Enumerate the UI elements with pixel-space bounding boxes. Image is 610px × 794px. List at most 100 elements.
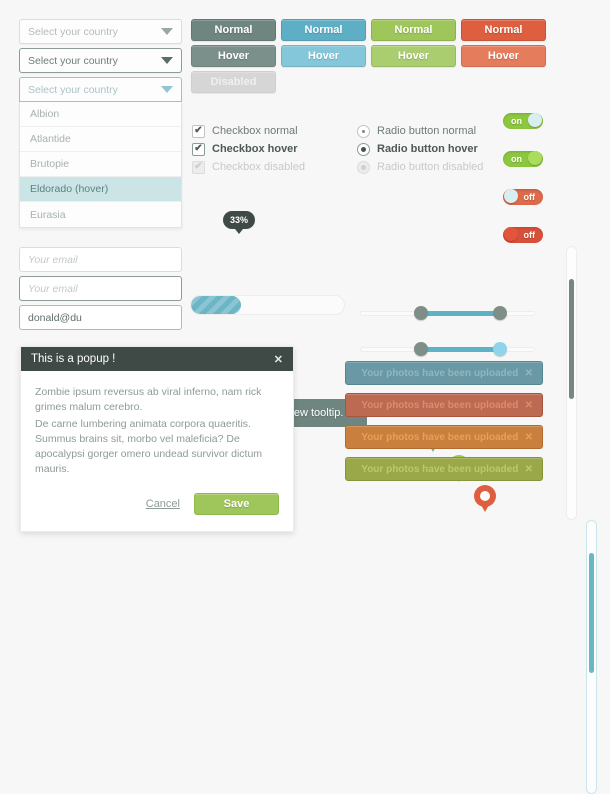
ui-kit-canvas: Select your country Select your country … [0, 0, 610, 794]
toggle-knob[interactable] [504, 189, 518, 203]
progress-bar[interactable] [190, 295, 345, 315]
dropdown-option[interactable]: Brutopie [20, 152, 181, 177]
select-country-normal[interactable]: Select your country [19, 19, 182, 44]
checkbox-label: Checkbox hover [212, 143, 298, 155]
checkbox-normal-row[interactable]: ✔ Checkbox normal [192, 122, 298, 140]
radio-normal-row[interactable]: Radio button normal [357, 122, 476, 140]
slider-handle-right-active[interactable] [493, 342, 507, 356]
toggle-on-normal[interactable]: on [503, 113, 543, 129]
dropdown-option[interactable]: Albion [20, 102, 181, 127]
radio-icon[interactable] [357, 142, 370, 156]
button-green-normal[interactable]: Normal [371, 19, 456, 41]
checkbox-icon[interactable]: ✔ [192, 142, 205, 156]
email-placeholder: Your email [28, 253, 78, 266]
popup-title: This is a popup ! [31, 353, 116, 365]
button-label: Normal [214, 24, 253, 36]
close-icon[interactable]: ✕ [274, 353, 283, 366]
range-slider-2[interactable] [360, 342, 535, 356]
button-blue-hover[interactable]: Hover [281, 45, 366, 67]
button-disabled: Disabled [191, 71, 276, 93]
pin-dot [480, 491, 490, 501]
button-red-hover[interactable]: Hover [461, 45, 546, 67]
button-label: Normal [394, 24, 433, 36]
toggle-label: off [523, 230, 536, 240]
button-label: Disabled [210, 76, 257, 88]
alert-warning[interactable]: Your photos have been uploaded ✕ [345, 425, 543, 449]
slider-handle-left[interactable] [414, 342, 429, 356]
slider-handle-right[interactable] [493, 306, 507, 320]
cancel-button[interactable]: Cancel [146, 498, 180, 510]
range-slider-1[interactable] [360, 306, 535, 320]
close-icon[interactable]: ✕ [525, 368, 533, 379]
progress-value-badge: 33% [223, 211, 256, 234]
close-icon[interactable]: ✕ [525, 464, 533, 475]
chevron-down-icon [161, 86, 173, 93]
alert-text: Your photos have been uploaded [361, 431, 519, 443]
dropdown-option-selected[interactable]: Eldorado (hover) [20, 177, 181, 202]
radio-disabled-row: Radio button disabled [357, 158, 483, 176]
button-red-normal[interactable]: Normal [461, 19, 546, 41]
checkbox-icon: ✔ [192, 160, 205, 174]
checkbox-hover-row[interactable]: ✔ Checkbox hover [192, 140, 298, 158]
close-icon[interactable]: ✕ [525, 432, 533, 443]
alert-error[interactable]: Your photos have been uploaded ✕ [345, 393, 543, 417]
radio-label: Radio button disabled [377, 161, 484, 173]
radio-icon [357, 160, 370, 174]
toggle-label: off [523, 192, 536, 202]
chevron-down-icon [161, 57, 173, 64]
select-dropdown-list[interactable]: Albion Atlantide Brutopie Eldorado (hove… [19, 102, 182, 228]
popup-footer: Cancel Save [21, 489, 293, 531]
scrollbar-thumb[interactable] [589, 553, 594, 673]
checkbox-disabled-row: ✔ Checkbox disabled [192, 158, 305, 176]
slider-handle-left[interactable] [414, 306, 429, 320]
checkbox-label: Checkbox normal [212, 125, 298, 137]
button-label: Normal [304, 24, 343, 36]
button-gray-normal[interactable]: Normal [191, 19, 276, 41]
button-label: Normal [484, 24, 523, 36]
email-field-normal[interactable]: Your email [19, 247, 182, 272]
popup-paragraph: Zombie ipsum reversus ab viral inferno, … [35, 386, 262, 413]
chevron-down-icon [161, 28, 173, 35]
toggle-off-hover[interactable]: off [503, 227, 543, 243]
email-field-hover[interactable]: Your email [19, 276, 182, 301]
radio-icon[interactable] [357, 124, 370, 138]
slider-fill [421, 347, 500, 352]
popup-paragraph: De carne lumbering animata corpora quaer… [35, 418, 263, 475]
checkbox-icon[interactable]: ✔ [192, 124, 205, 138]
radio-label: Radio button normal [377, 125, 477, 137]
toggle-knob[interactable] [504, 227, 518, 241]
select-country-open[interactable]: Select your country [19, 77, 182, 102]
button-label: Hover [307, 50, 340, 62]
dropdown-option[interactable]: Atlantide [20, 127, 181, 152]
popup-header: This is a popup ! ✕ [21, 347, 293, 371]
save-button[interactable]: Save [194, 493, 279, 515]
button-label: Hover [487, 50, 520, 62]
button-green-hover[interactable]: Hover [371, 45, 456, 67]
select-placeholder: Select your country [28, 54, 118, 67]
toggle-on-hover[interactable]: on [503, 151, 543, 167]
button-blue-normal[interactable]: Normal [281, 19, 366, 41]
scrollbar-thumb[interactable] [569, 279, 574, 399]
email-field-focused[interactable]: donald@du [19, 305, 182, 330]
toggle-knob[interactable] [528, 151, 542, 165]
button-label: Hover [397, 50, 430, 62]
alert-text: Your photos have been uploaded [361, 463, 519, 475]
radio-hover-row[interactable]: Radio button hover [357, 140, 478, 158]
select-country-hover[interactable]: Select your country [19, 48, 182, 73]
scrollbar-vertical-teal[interactable] [586, 520, 597, 794]
slider-fill [421, 311, 500, 316]
alert-success[interactable]: Your photos have been uploaded ✕ [345, 457, 543, 481]
dropdown-option[interactable]: Eurasia [20, 202, 181, 227]
toggle-knob[interactable] [528, 113, 542, 127]
radio-label: Radio button hover [377, 143, 478, 155]
scrollbar-vertical-gray[interactable] [566, 246, 577, 520]
progress-fill [191, 296, 242, 314]
alert-info[interactable]: Your photos have been uploaded ✕ [345, 361, 543, 385]
toggle-off-normal[interactable]: off [503, 189, 543, 205]
close-icon[interactable]: ✕ [525, 400, 533, 411]
map-pin-orange[interactable] [474, 485, 496, 515]
checkbox-label: Checkbox disabled [212, 161, 305, 173]
toggle-label: on [511, 154, 522, 164]
button-label: Hover [217, 50, 250, 62]
button-gray-hover[interactable]: Hover [191, 45, 276, 67]
